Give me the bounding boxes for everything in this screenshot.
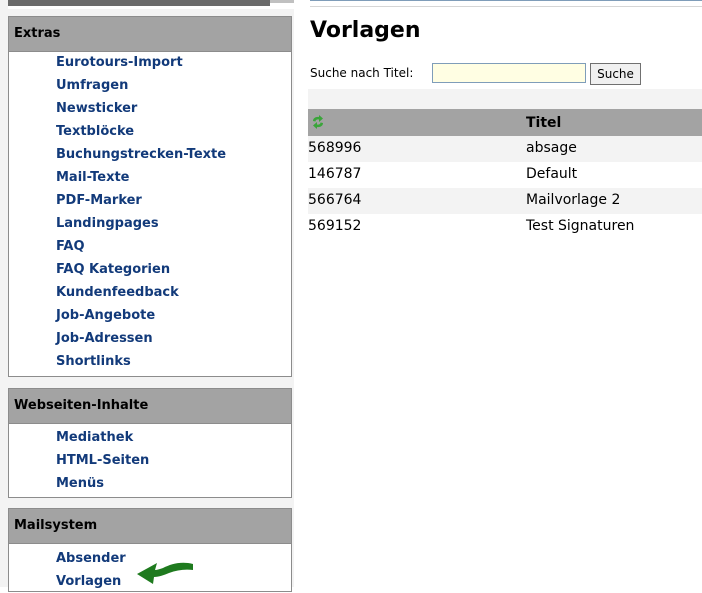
templates-table: Titel 568996 absage 146787 Default 56676… xyxy=(308,89,702,240)
table-row[interactable]: 566764 Mailvorlage 2 xyxy=(308,188,702,214)
table-header: Titel xyxy=(308,109,702,136)
menu-item-faq-kategorien[interactable]: FAQ Kategorien xyxy=(56,258,291,281)
search-title-input[interactable] xyxy=(432,63,586,83)
panel-mailsystem: Mailsystem Absender Vorlagen xyxy=(8,508,292,592)
menu-item-job-angebote[interactable]: Job-Angebote xyxy=(56,304,291,327)
menu-item-menues[interactable]: Menüs xyxy=(56,472,291,495)
refresh-icon[interactable] xyxy=(311,115,325,129)
panel-menu: Mediathek HTML-Seiten Menüs xyxy=(8,423,292,498)
table-row[interactable]: 146787 Default xyxy=(308,162,702,188)
search-label: Suche nach Titel: xyxy=(310,66,414,80)
panel-webseiten-inhalte: Webseiten-Inhalte Mediathek HTML-Seiten … xyxy=(8,388,292,498)
menu-item-job-adressen[interactable]: Job-Adressen xyxy=(56,327,291,350)
panel-header: Mailsystem xyxy=(8,508,292,543)
sidebar-top-line xyxy=(270,0,294,3)
main-content: Vorlagen Suche nach Titel: Suche Titel 5… xyxy=(300,0,702,587)
table-toolbar-spacer xyxy=(308,89,702,109)
menu-item-faq[interactable]: FAQ xyxy=(56,235,291,258)
menu-item-mediathek[interactable]: Mediathek xyxy=(56,426,291,449)
sidebar: Extras Eurotours-Import Umfragen Newstic… xyxy=(0,0,294,592)
menu-item-newsticker[interactable]: Newsticker xyxy=(56,97,291,120)
menu-item-mail-texte[interactable]: Mail-Texte xyxy=(56,166,291,189)
menu-item-kundenfeedback[interactable]: Kundenfeedback xyxy=(56,281,291,304)
row-title[interactable]: Test Signaturen xyxy=(526,214,634,239)
menu-item-umfragen[interactable]: Umfragen xyxy=(56,74,291,97)
sidebar-top-bar xyxy=(8,0,270,6)
menu-item-landingpages[interactable]: Landingpages xyxy=(56,212,291,235)
top-divider xyxy=(310,0,702,7)
menu-item-textbloecke[interactable]: Textblöcke xyxy=(56,120,291,143)
panel-menu: Eurotours-Import Umfragen Newsticker Tex… xyxy=(8,51,292,377)
row-id: 569152 xyxy=(308,218,362,234)
annotation-arrow-icon xyxy=(137,562,193,584)
sidebar-top-strip xyxy=(8,0,294,9)
row-title[interactable]: absage xyxy=(526,136,577,161)
panel-header: Webseiten-Inhalte xyxy=(8,388,292,423)
menu-item-pdf-marker[interactable]: PDF-Marker xyxy=(56,189,291,212)
table-row[interactable]: 569152 Test Signaturen xyxy=(308,214,702,240)
column-header-titel[interactable]: Titel xyxy=(526,109,561,137)
table-row[interactable]: 568996 absage xyxy=(308,136,702,162)
row-title[interactable]: Default xyxy=(526,162,577,187)
panel-extras: Extras Eurotours-Import Umfragen Newstic… xyxy=(8,16,292,377)
row-id: 568996 xyxy=(308,140,362,156)
row-id: 566764 xyxy=(308,192,362,208)
panel-menu: Absender Vorlagen xyxy=(8,543,292,592)
menu-item-shortlinks[interactable]: Shortlinks xyxy=(56,350,291,373)
panel-header: Extras xyxy=(8,16,292,51)
search-button[interactable]: Suche xyxy=(590,63,641,85)
menu-item-eurotours-import[interactable]: Eurotours-Import xyxy=(56,51,291,74)
row-title[interactable]: Mailvorlage 2 xyxy=(526,188,620,213)
page-title: Vorlagen xyxy=(310,18,421,43)
row-id: 146787 xyxy=(308,166,362,182)
menu-item-buchungstrecken-texte[interactable]: Buchungstrecken-Texte xyxy=(56,143,291,166)
menu-item-html-seiten[interactable]: HTML-Seiten xyxy=(56,449,291,472)
